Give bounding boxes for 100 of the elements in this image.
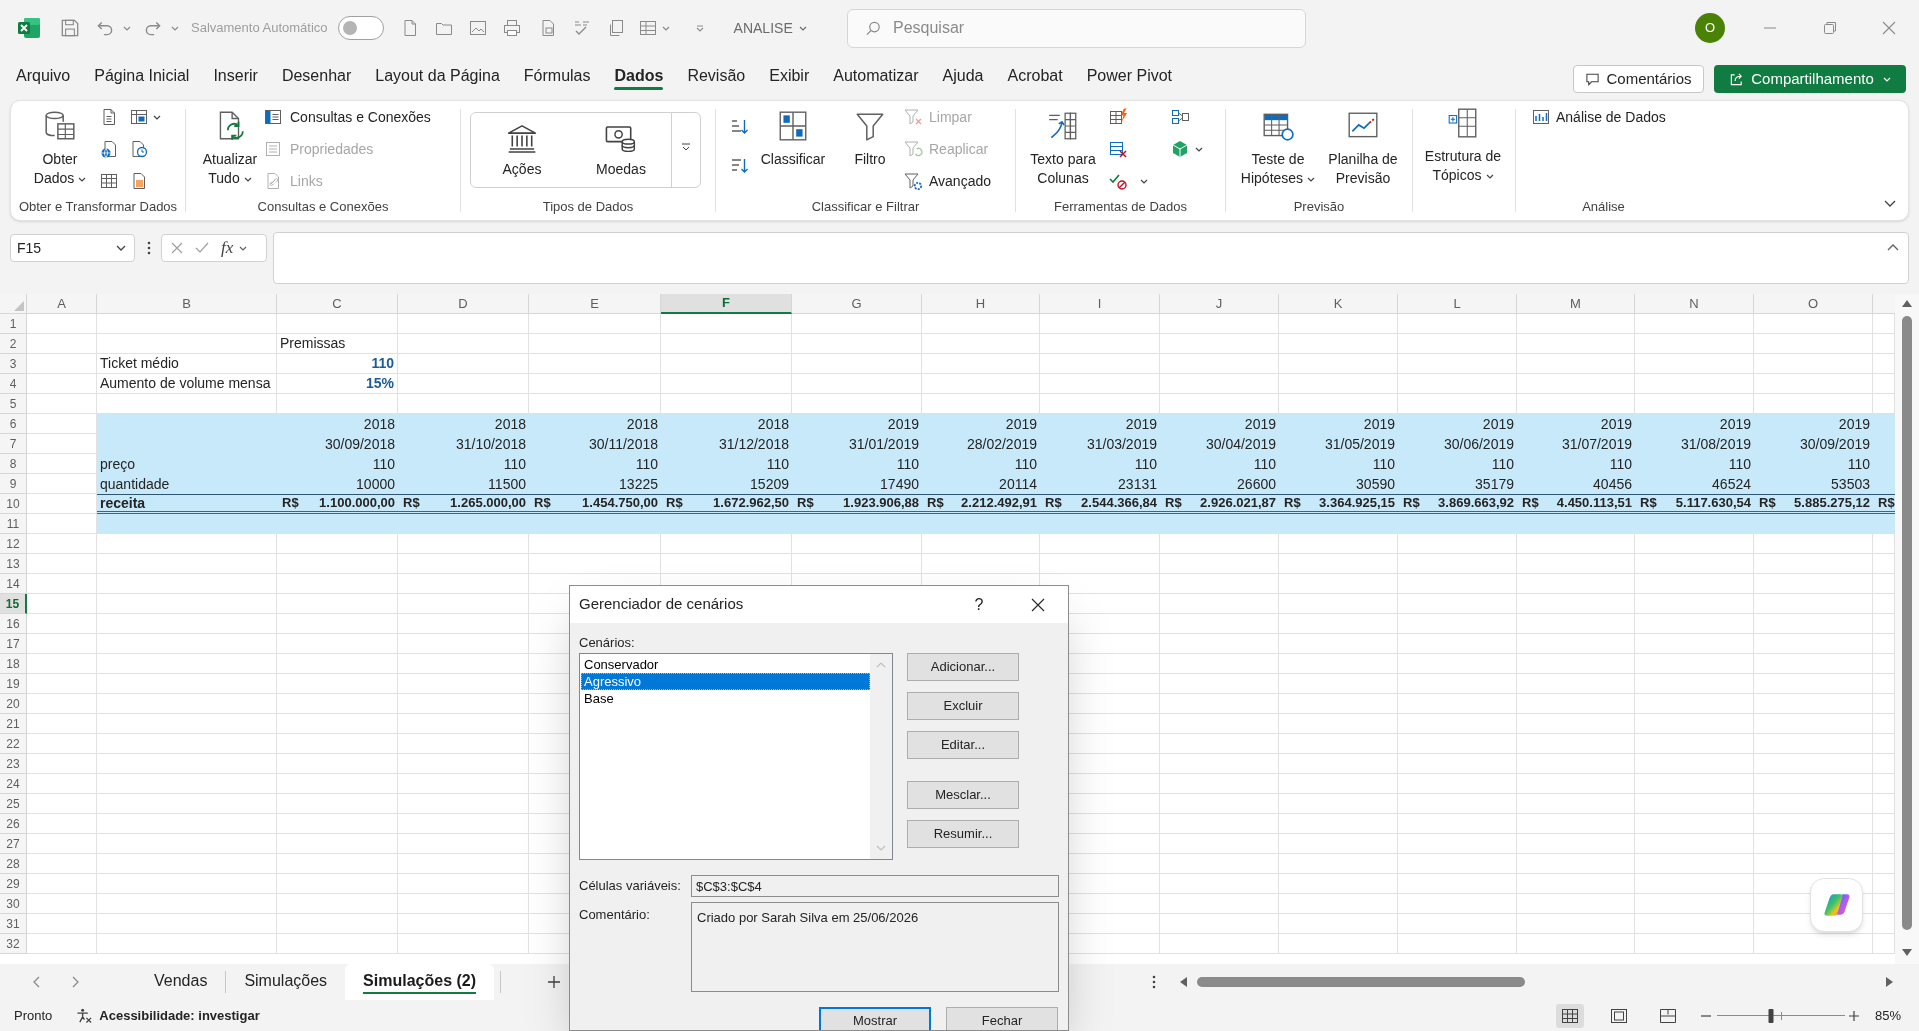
changing-cells-field[interactable]: $C$3:$C$4 xyxy=(691,875,1059,897)
column-header[interactable]: M xyxy=(1517,294,1635,314)
printer-icon[interactable] xyxy=(501,18,522,38)
row-header[interactable]: 28 xyxy=(0,854,27,874)
column-header[interactable]: L xyxy=(1398,294,1517,314)
menu-tab[interactable]: Dados xyxy=(602,60,676,90)
forecast-sheet-button[interactable]: Planilha de Previsão xyxy=(1323,105,1403,188)
check-icon[interactable] xyxy=(195,242,209,254)
column-header[interactable]: B xyxy=(97,294,277,314)
floating-action-button[interactable] xyxy=(1810,878,1863,932)
menu-tab[interactable]: Automatizar xyxy=(821,60,931,90)
data-analysis-button[interactable]: Análise de Dados xyxy=(1531,105,1666,129)
row-header[interactable]: 2 xyxy=(0,334,27,354)
row-header[interactable]: 16 xyxy=(0,614,27,634)
row-header[interactable]: 7 xyxy=(0,434,27,454)
row-header[interactable]: 24 xyxy=(0,774,27,794)
autosave-toggle[interactable] xyxy=(337,16,384,40)
view-button[interactable] xyxy=(1555,1003,1584,1028)
column-header[interactable]: F xyxy=(661,294,792,314)
get-data-button[interactable]: Obter Dados xyxy=(32,105,88,188)
menu-tab[interactable]: Power Pivot xyxy=(1074,60,1185,90)
caret-icon[interactable] xyxy=(1140,178,1148,184)
menu-tab[interactable]: Desenhar xyxy=(269,60,364,90)
column-header[interactable]: J xyxy=(1160,294,1279,314)
zoom-slider[interactable] xyxy=(1716,1008,1845,1023)
table-lightning-icon[interactable] xyxy=(1108,107,1128,127)
add-sheet-icon[interactable] xyxy=(547,975,562,989)
row-header[interactable]: 12 xyxy=(0,534,27,554)
save-icon[interactable] xyxy=(59,17,81,39)
row-header[interactable]: 15 xyxy=(0,594,27,614)
picture-icon[interactable] xyxy=(467,18,488,38)
comments-button[interactable]: Comentários xyxy=(1573,65,1704,93)
dialog-button[interactable]: Excluir xyxy=(907,692,1019,720)
menu-tab[interactable]: Ajuda xyxy=(930,60,996,90)
refresh-all-button[interactable]: Atualizar Tudo xyxy=(200,105,260,188)
table-icon[interactable] xyxy=(637,18,658,38)
formula-input[interactable] xyxy=(273,232,1909,284)
column-header[interactable]: E xyxy=(529,294,661,314)
row-header[interactable]: 5 xyxy=(0,394,27,414)
row-header[interactable]: 31 xyxy=(0,914,27,934)
row-header[interactable]: 11 xyxy=(0,514,27,534)
scrollbar-thumb[interactable] xyxy=(1197,977,1525,987)
row-header[interactable]: 20 xyxy=(0,694,27,714)
caret-icon[interactable] xyxy=(1195,146,1203,152)
account-avatar[interactable]: O xyxy=(1695,13,1725,43)
dialog-button[interactable]: Fechar xyxy=(946,1007,1058,1030)
sheet-tab[interactable]: Vendas xyxy=(136,964,226,1000)
scenario-list[interactable]: Conservador Agressivo Base xyxy=(579,653,893,860)
row-header[interactable]: 1 xyxy=(0,314,27,334)
help-button[interactable]: ? xyxy=(969,592,989,617)
stocks-button[interactable]: Ações xyxy=(482,113,562,187)
menu-tab[interactable]: Página Inicial xyxy=(82,60,202,90)
column-header[interactable]: N xyxy=(1635,294,1754,314)
chevron-up-icon[interactable] xyxy=(1887,243,1899,251)
row-header[interactable]: 4 xyxy=(0,374,27,394)
scroll-up-icon[interactable] xyxy=(1902,300,1912,307)
column-header[interactable]: K xyxy=(1279,294,1398,314)
chevron-left-icon[interactable] xyxy=(32,976,40,988)
cancel-icon[interactable] xyxy=(171,242,183,254)
share-button[interactable]: Compartilhamento xyxy=(1714,65,1906,93)
row-header[interactable]: 29 xyxy=(0,874,27,894)
column-header[interactable]: D xyxy=(398,294,529,314)
accessibility-status[interactable]: Acessibilidade: investigar xyxy=(99,1005,260,1026)
what-if-analysis-button[interactable]: Teste de Hipóteses xyxy=(1237,105,1319,188)
chevron-down-icon[interactable] xyxy=(1884,200,1896,208)
column-header[interactable]: O xyxy=(1754,294,1873,314)
advanced-button[interactable]: Avançado xyxy=(903,169,991,193)
chevron-right-icon[interactable] xyxy=(72,976,80,988)
more-options-icon[interactable] xyxy=(1152,975,1156,989)
sheet-tab[interactable]: Simulações xyxy=(226,964,346,1000)
cube-icon[interactable] xyxy=(1170,139,1190,159)
menu-tab[interactable]: Exibir xyxy=(757,60,822,90)
menu-tab[interactable]: Fórmulas xyxy=(511,60,603,90)
close-icon[interactable] xyxy=(1031,597,1045,612)
column-header[interactable]: C xyxy=(277,294,398,314)
row-header[interactable]: 6 xyxy=(0,414,27,434)
row-header[interactable]: 10 xyxy=(0,494,27,514)
menu-tab[interactable]: Inserir xyxy=(201,60,270,90)
outline-button[interactable]: Estrutura de Tópicos xyxy=(1418,105,1508,185)
more-options-icon[interactable] xyxy=(147,241,151,255)
row-header[interactable]: 25 xyxy=(0,794,27,814)
row-header[interactable]: 19 xyxy=(0,674,27,694)
row-header[interactable]: 21 xyxy=(0,714,27,734)
dialog-button[interactable]: Resumir... xyxy=(907,820,1019,848)
restore-icon[interactable] xyxy=(1823,21,1837,35)
menu-tab[interactable]: Layout da Página xyxy=(363,60,512,90)
file-name-button[interactable]: ANALISE xyxy=(733,17,807,39)
queries-connections-button[interactable]: Consultas e Conexões xyxy=(261,105,433,129)
list-item[interactable]: Agressivo xyxy=(581,673,870,690)
row-header[interactable]: 30 xyxy=(0,894,27,914)
currencies-button[interactable]: Moedas xyxy=(581,113,661,187)
row-header[interactable]: 22 xyxy=(0,734,27,754)
filter-button[interactable]: Filtro xyxy=(848,105,892,169)
insert-function-button[interactable]: fx xyxy=(221,238,234,258)
dialog-button[interactable]: Adicionar... xyxy=(907,653,1019,681)
clock-document-icon[interactable] xyxy=(129,139,149,159)
row-header[interactable]: 23 xyxy=(0,754,27,774)
linked-boxes-icon[interactable] xyxy=(1170,107,1190,127)
name-box[interactable]: F15 xyxy=(10,234,135,262)
zoom-out-icon[interactable] xyxy=(1700,1014,1711,1017)
